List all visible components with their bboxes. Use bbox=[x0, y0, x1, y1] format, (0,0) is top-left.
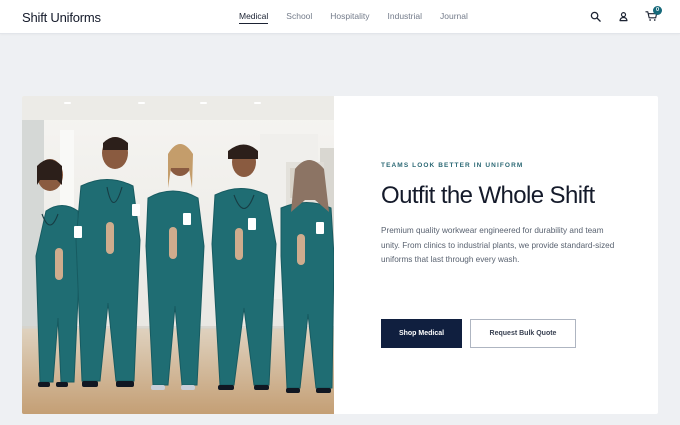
nav-item-journal[interactable]: Journal bbox=[440, 11, 468, 21]
nav-item-medical[interactable]: Medical bbox=[239, 11, 269, 24]
hero-copy: TEAMS LOOK BETTER IN UNIFORM Outfit the … bbox=[381, 162, 626, 268]
hero-headline: Outfit the Whole Shift bbox=[381, 182, 595, 209]
hero-description: Premium quality workwear engineered for … bbox=[381, 226, 615, 264]
user-icon bbox=[618, 11, 628, 21]
search-icon bbox=[590, 11, 601, 22]
hero-team-photo bbox=[22, 96, 335, 414]
cart-count-badge: 0 bbox=[653, 6, 662, 15]
brand-logo[interactable]: Shift Uniforms bbox=[22, 10, 101, 25]
shop-medical-button[interactable]: Shop Medical bbox=[381, 319, 462, 348]
hero-eyebrow: TEAMS LOOK BETTER IN UNIFORM bbox=[381, 162, 524, 169]
nav-item-school[interactable]: School bbox=[286, 11, 312, 21]
medical-team-image bbox=[22, 96, 335, 414]
nav-item-hospitality[interactable]: Hospitality bbox=[330, 11, 369, 21]
header-actions: 0 bbox=[588, 6, 662, 23]
cart-button[interactable]: 0 bbox=[644, 6, 662, 23]
site-header: Shift Uniforms Medical School Hospitalit… bbox=[0, 0, 680, 34]
account-button[interactable] bbox=[616, 9, 630, 23]
request-bulk-quote-button[interactable]: Request Bulk Quote bbox=[470, 319, 576, 348]
hero-banner: TEAMS LOOK BETTER IN UNIFORM Outfit the … bbox=[22, 96, 658, 414]
nav-item-industrial[interactable]: Industrial bbox=[388, 11, 423, 21]
hero-actions: Shop Medical Request Bulk Quote bbox=[381, 319, 576, 348]
search-button[interactable] bbox=[588, 9, 602, 23]
main-navigation: Medical School Hospitality Industrial Jo… bbox=[239, 11, 468, 24]
